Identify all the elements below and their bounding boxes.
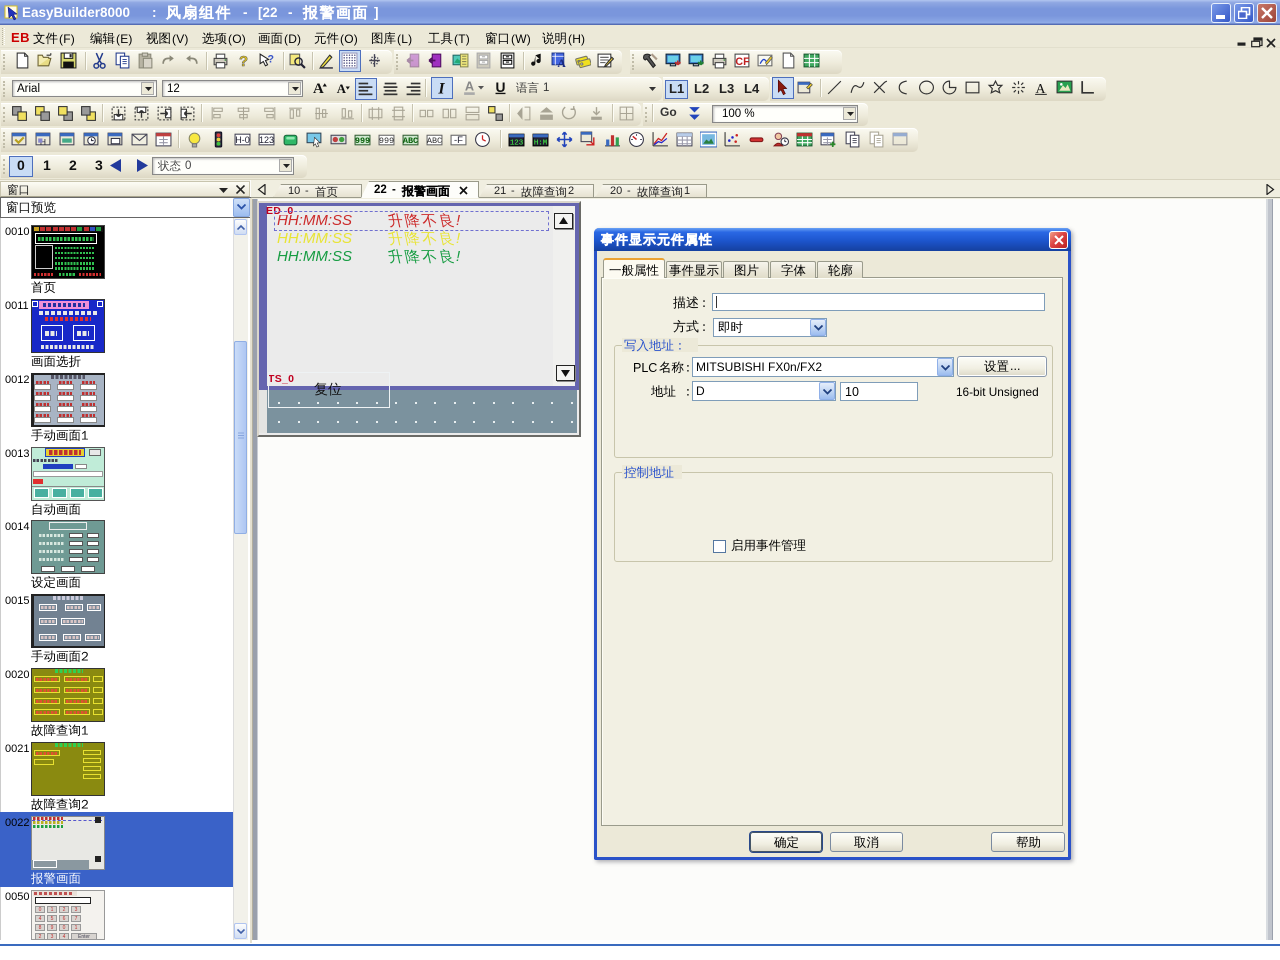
svg-text:123: 123 — [510, 139, 523, 147]
svg-text:U: U — [496, 79, 506, 95]
svg-text:999: 999 — [355, 136, 370, 146]
svg-text:A: A — [557, 57, 566, 69]
svg-text:ABC: ABC — [403, 136, 418, 146]
svg-text:A: A — [313, 81, 324, 96]
svg-text:123: 123 — [259, 135, 274, 145]
svg-text:H-0: H-0 — [235, 135, 250, 145]
svg-text:A: A — [337, 82, 347, 96]
svg-text:A: A — [465, 79, 474, 94]
svg-text:-F: -F — [454, 135, 463, 146]
svg-text:A: A — [1035, 81, 1045, 96]
svg-text:ABC: ABC — [427, 136, 442, 146]
svg-text:H:M: H:M — [534, 139, 547, 147]
svg-text:CF: CF — [735, 56, 750, 68]
svg-text:?: ? — [268, 54, 274, 66]
svg-text:999: 999 — [379, 136, 394, 146]
svg-text:?: ? — [239, 54, 248, 69]
svg-text:I: I — [437, 80, 445, 96]
